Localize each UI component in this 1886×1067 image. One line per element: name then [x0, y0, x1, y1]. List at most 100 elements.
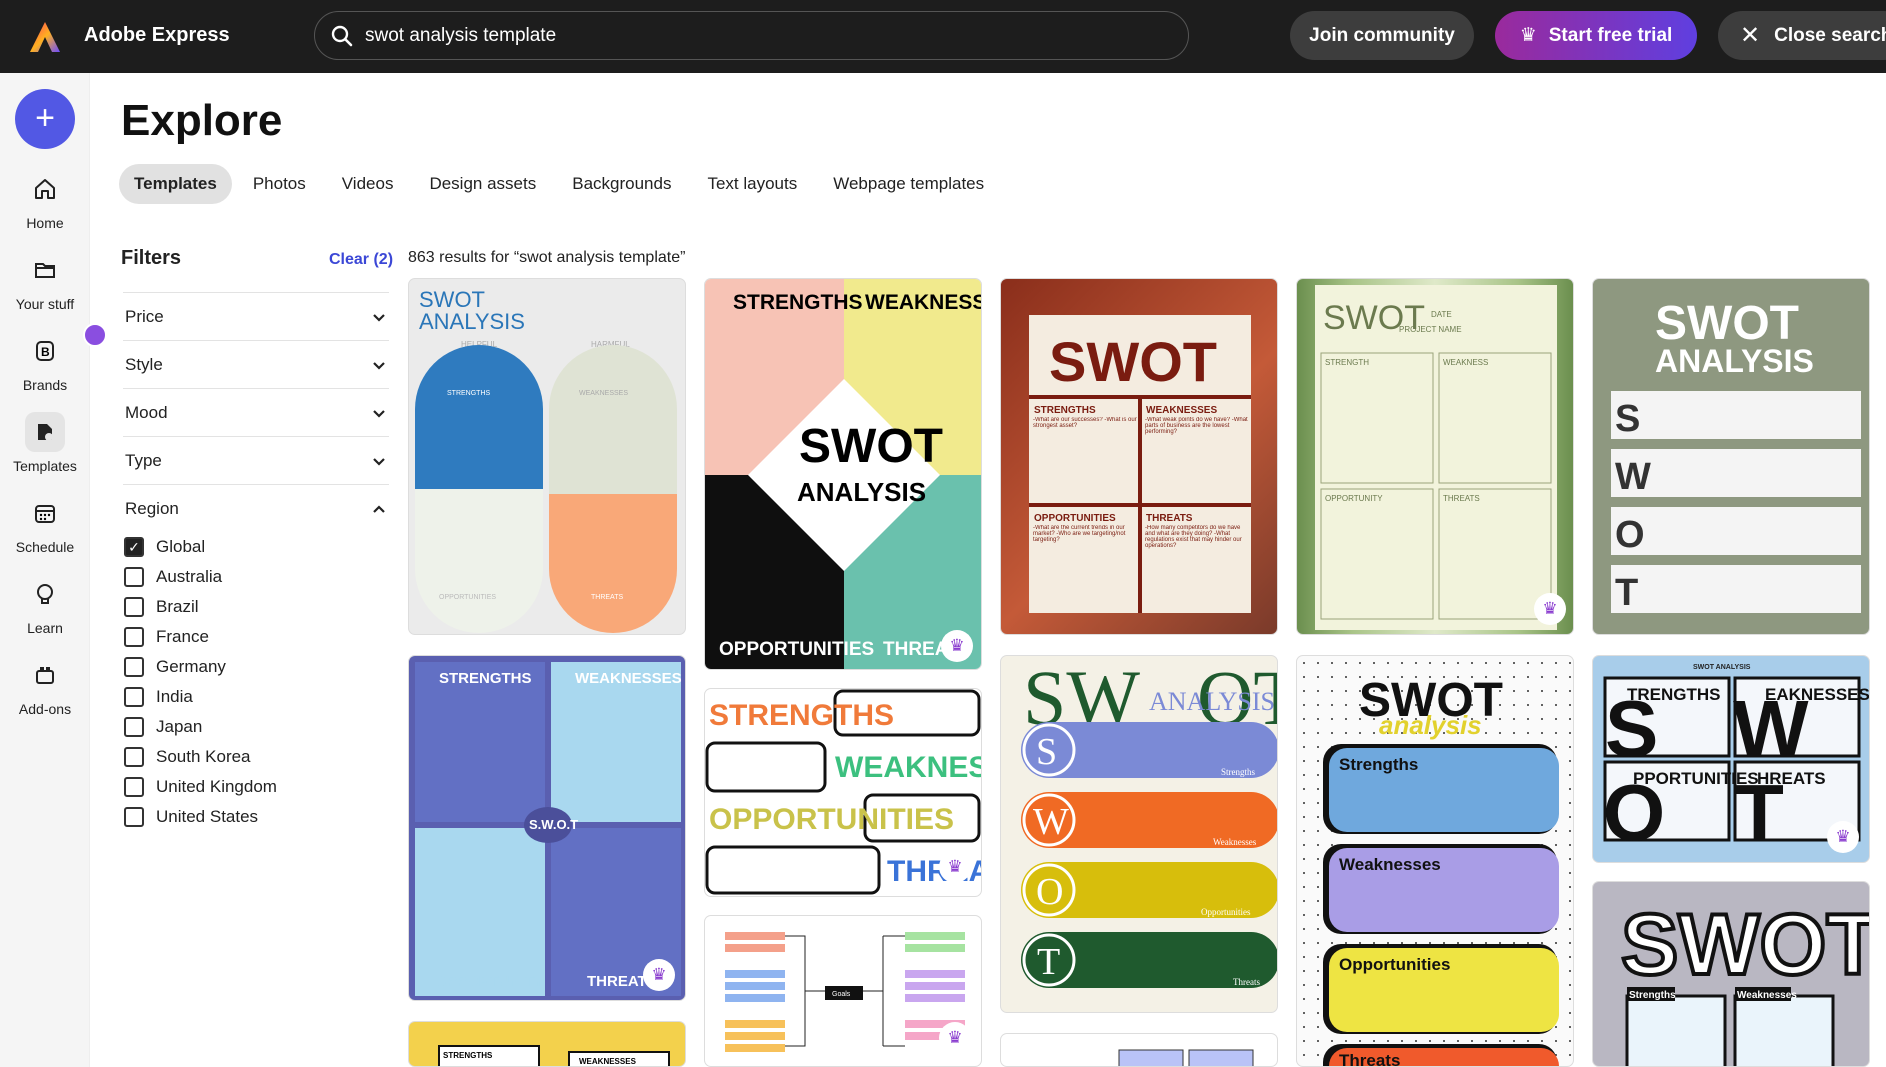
folder-icon: [25, 250, 65, 290]
premium-crown-icon: ♛: [1534, 593, 1566, 625]
card-text: T: [1037, 941, 1060, 983]
card-text: PPORTUNITIES: [1633, 769, 1759, 788]
card-title: SWOT ANALYSIS: [419, 287, 525, 334]
filters-title: Filters: [121, 247, 182, 269]
region-checkbox-japan[interactable]: Japan: [124, 717, 202, 737]
card-text: W: [1033, 801, 1069, 843]
card-text: Weaknesses: [1339, 855, 1441, 874]
tab-webpage-templates[interactable]: Webpage templates: [818, 164, 999, 204]
template-card[interactable]: STRENGTHS WEAKNESSES SWOT ANALYSIS OPPOR…: [704, 278, 982, 670]
template-card[interactable]: SWOT ANALYSIS S W O T TRENGTHS EAKNESSES…: [1592, 655, 1870, 863]
rail-item-brands[interactable]: B Brands: [0, 323, 107, 393]
filter-mood[interactable]: Mood: [123, 388, 389, 436]
template-card[interactable]: STRENGTHS WEAKNESSES: [408, 1021, 686, 1067]
region-checkbox-australia[interactable]: Australia: [124, 567, 222, 587]
filter-label: Region: [125, 498, 179, 518]
template-card[interactable]: STRENGTHS WEAKNESSES S.W.O.T OPPORTUNITY…: [408, 655, 686, 1001]
rail-item-learn[interactable]: Learn: [0, 574, 90, 636]
search-bar[interactable]: [314, 11, 1189, 60]
card-text: T: [1615, 572, 1638, 614]
filter-type[interactable]: Type: [123, 436, 389, 484]
tab-templates[interactable]: Templates: [119, 164, 232, 204]
filter-region[interactable]: Region: [123, 484, 389, 532]
premium-crown-icon: ♛: [941, 630, 973, 662]
template-card[interactable]: SW OT ANALYSIS S W O T Strengths Weaknes…: [1000, 655, 1278, 1013]
rail-item-templates[interactable]: Templates: [0, 412, 90, 474]
filter-style[interactable]: Style: [123, 340, 389, 388]
checkbox-label: South Korea: [156, 747, 251, 766]
card-text: Strengths: [1221, 767, 1255, 777]
rail-item-add-ons[interactable]: Add-ons: [0, 655, 90, 717]
rail-label: Add-ons: [18, 701, 72, 717]
start-free-trial-button[interactable]: ♛ Start free trial: [1495, 11, 1697, 60]
tab-backgrounds[interactable]: Backgrounds: [557, 164, 686, 204]
tab-photos[interactable]: Photos: [238, 164, 321, 204]
region-checkbox-brazil[interactable]: Brazil: [124, 597, 199, 617]
checkbox-checked-icon: ✓: [124, 537, 144, 557]
filter-price[interactable]: Price: [123, 292, 389, 340]
card-text: Weaknesses: [1737, 990, 1797, 1001]
template-card[interactable]: SWOT Strengths Weaknesses: [1592, 881, 1870, 1067]
card-text: Weaknesses: [1213, 837, 1257, 847]
template-card[interactable]: Goals ♛: [704, 915, 982, 1067]
adobe-express-logo[interactable]: [28, 20, 62, 54]
template-card[interactable]: SWOT ANALYSIS HELPFUL HARMFUL STRENGTHS W…: [408, 278, 686, 635]
template-card[interactable]: SWOT analysis Strengths Weaknesses Oppor…: [1296, 655, 1574, 1067]
card-text: OPPORTUNITY: [1325, 494, 1383, 503]
card-text: SWOT ANALYSIS: [1693, 664, 1751, 671]
region-checkbox-germany[interactable]: Germany: [124, 657, 226, 677]
card-text: STRENGTHS: [709, 699, 894, 732]
region-checkbox-united-kingdom[interactable]: United Kingdom: [124, 777, 277, 797]
rail-item-home[interactable]: Home: [0, 169, 90, 231]
tab-videos[interactable]: Videos: [327, 164, 409, 204]
template-card[interactable]: [1000, 1033, 1278, 1067]
card-text: STRENGTH: [1325, 358, 1369, 367]
trial-label: Start free trial: [1548, 24, 1673, 46]
card-text: PROJECT NAME: [1399, 325, 1462, 334]
rail-label: Templates: [13, 458, 77, 474]
chevron-up-icon: [373, 504, 385, 513]
card-text: Threats: [1339, 1051, 1400, 1067]
clear-filters-link[interactable]: Clear (2): [329, 251, 393, 269]
rail-item-your-stuff[interactable]: Your stuff: [0, 250, 90, 312]
chevron-down-icon: [373, 361, 385, 370]
card-text: W: [1615, 456, 1651, 498]
close-label: Close search: [1774, 24, 1886, 46]
region-checkbox-united-states[interactable]: United States: [124, 807, 258, 827]
card-text: OPPORTUNITY: [435, 973, 543, 990]
create-new-button[interactable]: +: [15, 89, 75, 149]
rail-label: Schedule: [15, 539, 75, 555]
card-text: Threats: [1233, 977, 1260, 987]
card-text: O: [1615, 514, 1645, 556]
template-card[interactable]: STRENGTHS WEAKNESSES OPPORTUNITIES THREA…: [704, 688, 982, 897]
crown-icon: ♛: [1519, 25, 1537, 46]
region-checkbox-south-korea[interactable]: South Korea: [124, 747, 251, 767]
page-title: Explore: [121, 96, 283, 145]
search-input[interactable]: [365, 21, 1165, 51]
chevron-down-icon: [373, 409, 385, 418]
region-checkbox-france[interactable]: France: [124, 627, 209, 647]
card-text: -How many competitors do we have and wha…: [1145, 525, 1242, 549]
card-text: Strengths: [1339, 755, 1418, 774]
filter-label: Style: [125, 354, 163, 374]
tab-design-assets[interactable]: Design assets: [414, 164, 551, 204]
close-search-button[interactable]: ✕ Close search: [1718, 11, 1886, 60]
region-checkbox-india[interactable]: India: [124, 687, 193, 707]
addons-icon: [25, 655, 65, 695]
checkbox-label: Brazil: [156, 597, 199, 616]
filter-label: Price: [125, 306, 164, 326]
rail-item-schedule[interactable]: Schedule: [0, 493, 90, 555]
card-text: SWOT: [799, 420, 943, 473]
rail-label: Your stuff: [15, 296, 75, 312]
template-card[interactable]: SWOT DATE PROJECT NAME STRENGTH WEAKNESS…: [1296, 278, 1574, 635]
checkbox-label: Australia: [156, 567, 223, 586]
checkbox-label: United States: [156, 807, 259, 826]
template-card[interactable]: SWOT STRENGTHS WEAKNESSES OPPORTUNITIES …: [1000, 278, 1278, 635]
card-text: OPPORTUNITIES: [439, 594, 496, 601]
join-community-button[interactable]: Join community: [1290, 11, 1474, 60]
card-text: WEAKNESSES: [865, 291, 982, 314]
app-name[interactable]: Adobe Express: [84, 24, 230, 47]
template-card[interactable]: SWOT ANALYSIS S W O T: [1592, 278, 1870, 635]
tab-text-layouts[interactable]: Text layouts: [692, 164, 812, 204]
region-checkbox-global[interactable]: ✓ Global: [124, 537, 205, 557]
